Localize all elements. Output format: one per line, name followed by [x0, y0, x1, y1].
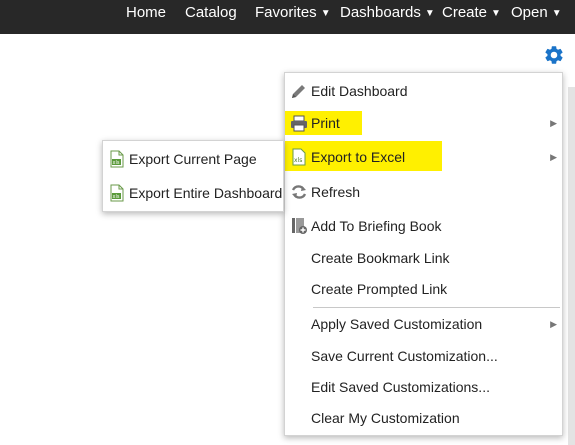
refresh-icon: [289, 182, 309, 202]
nav-home[interactable]: Home: [126, 0, 166, 26]
menu-item-create-prompted-link[interactable]: Create Prompted Link: [287, 275, 559, 303]
chevron-down-icon: ▼: [551, 8, 562, 19]
menu-item-create-bookmark-link[interactable]: Create Bookmark Link: [287, 244, 559, 272]
menu-item-clear-my-customization[interactable]: Clear My Customization: [287, 404, 559, 432]
menu-item-export-to-excel[interactable]: xls Export to Excel ▶: [287, 143, 559, 171]
menu-item-print[interactable]: Print ▶: [287, 109, 559, 137]
chevron-down-icon: ▼: [320, 8, 331, 19]
briefing-book-icon: [289, 216, 309, 236]
menu-item-apply-saved-customization[interactable]: Apply Saved Customization ▶: [287, 310, 559, 338]
printer-icon: [289, 113, 309, 133]
excel-file-icon: xls: [107, 149, 127, 169]
menu-item-save-current-customization[interactable]: Save Current Customization...: [287, 342, 559, 370]
svg-text:xls: xls: [113, 160, 120, 166]
chevron-down-icon: ▼: [424, 8, 435, 19]
menu-item-edit-saved-customizations[interactable]: Edit Saved Customizations...: [287, 373, 559, 401]
gear-icon[interactable]: [543, 44, 565, 66]
nav-dashboards[interactable]: Dashboards ▼: [340, 0, 435, 26]
svg-text:xls: xls: [113, 194, 120, 200]
chevron-right-icon: ▶: [550, 118, 557, 128]
export-submenu: xls Export Current Page xls Export Entir…: [102, 140, 284, 212]
page-options-menu: Edit Dashboard Print ▶ xls Export to Exc…: [284, 72, 563, 436]
menu-item-add-to-briefing-book[interactable]: Add To Briefing Book: [287, 212, 559, 240]
chevron-down-icon: ▼: [491, 8, 501, 19]
top-navigation-bar: Home Catalog Favorites ▼ Dashboards ▼ Crea…: [0, 0, 575, 34]
chevron-right-icon: ▶: [550, 152, 557, 162]
nav-create[interactable]: Create ▼: [442, 0, 501, 26]
menu-item-refresh[interactable]: Refresh: [287, 178, 559, 206]
nav-catalog[interactable]: Catalog: [185, 0, 237, 26]
excel-icon: xls: [289, 147, 309, 167]
nav-open[interactable]: Open ▼: [511, 0, 562, 26]
menu-item-edit-dashboard[interactable]: Edit Dashboard: [287, 77, 559, 105]
menu-divider: [313, 307, 560, 308]
excel-file-icon: xls: [107, 183, 127, 203]
menu-item-export-current-page[interactable]: xls Export Current Page: [105, 145, 281, 173]
scrollbar[interactable]: [568, 87, 575, 445]
svg-text:xls: xls: [294, 157, 302, 164]
nav-favorites[interactable]: Favorites ▼: [255, 0, 331, 26]
menu-item-export-entire-dashboard[interactable]: xls Export Entire Dashboard: [105, 179, 282, 207]
chevron-right-icon: ▶: [550, 319, 557, 329]
pencil-icon: [289, 81, 309, 101]
